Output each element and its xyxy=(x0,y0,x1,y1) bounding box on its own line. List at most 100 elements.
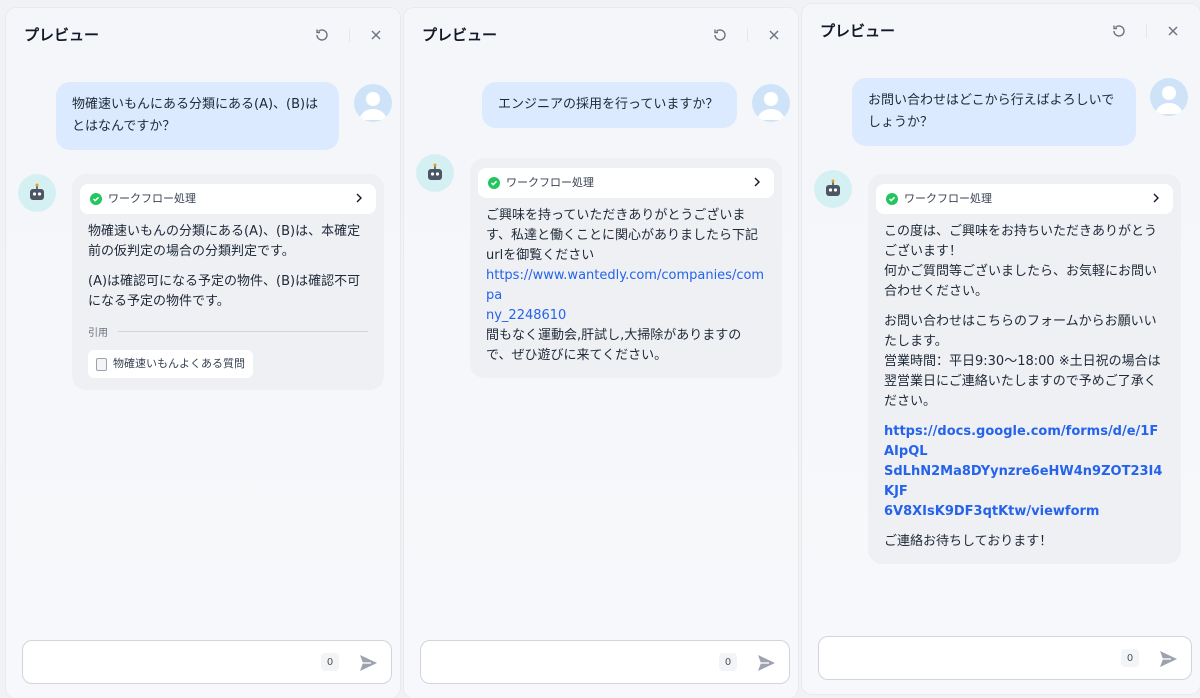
bot-text-line: になる予定の物件です。 xyxy=(88,294,230,309)
user-message-line: お問い合わせはどこから行えばよろしいで xyxy=(868,93,1115,108)
bot-message-text: ご興味を持っていただきありがとうございま す、私達と働くことに関心がありましたら… xyxy=(478,198,774,366)
bot-text-line: ご連絡お待ちしております！ xyxy=(884,534,1053,549)
workflow-status-bar[interactable]: ワークフロー処理 xyxy=(80,184,376,214)
chat-preview-panel-2: プレビュー エンジニアの採用を行っていますか？ ワークフロー処理 ご興味を持って… xyxy=(404,8,798,698)
bot-text-line: (A)は確認可になる予定の物件、(B)は確認不可 xyxy=(88,274,361,289)
close-icon xyxy=(769,30,779,40)
google-form-link-continued[interactable]: 6V8XIsK9DF3qtKtw/viewform xyxy=(884,502,1165,522)
workflow-status-bar[interactable]: ワークフロー処理 xyxy=(876,184,1173,214)
user-message-line: とはなんですか？ xyxy=(72,119,176,134)
citation-label: 引用 xyxy=(88,328,108,339)
bot-text-line: 合わせください。 xyxy=(884,284,989,299)
bot-text-line: この度は、ご興味をお持ちいただきありがとう xyxy=(884,224,1158,239)
panel-title: プレビュー xyxy=(422,26,498,44)
close-button[interactable] xyxy=(1160,18,1186,44)
close-icon xyxy=(371,30,381,40)
bot-text-line: 間もなく運動会,肝試し,大掃除がありますの xyxy=(486,328,742,343)
panel-header: プレビュー xyxy=(404,8,798,60)
user-avatar xyxy=(1150,78,1188,116)
send-icon[interactable] xyxy=(1157,648,1179,670)
reload-button[interactable] xyxy=(707,22,733,48)
google-form-link[interactable]: https://docs.google.com/forms/d/e/1FAIpQ… xyxy=(884,422,1165,462)
chat-input-box[interactable]: 0 xyxy=(818,636,1192,680)
workflow-label: ワークフロー処理 xyxy=(108,192,196,205)
bot-text-line: urlを御覧ください xyxy=(486,248,595,263)
chat-preview-panel-3: プレビュー お問い合わせはどこから行えばよろしいで しょうか？ ワークフロー処理… xyxy=(802,4,1200,694)
bot-text-line: 翌営業日にご連絡いたしますので予めご了承く xyxy=(884,374,1157,389)
panel-title: プレビュー xyxy=(820,22,896,40)
bot-text-line: 前の仮判定の場合の分類判定です。 xyxy=(88,244,295,259)
user-avatar-icon xyxy=(359,92,387,120)
bot-text-line: ご興味を持っていただきありがとうございま xyxy=(486,208,746,223)
chevron-right-icon xyxy=(754,177,760,187)
bot-message-text: 物確速いもんの分類にある(A)、(B)は、本確定 前の仮判定の場合の分類判定です… xyxy=(80,214,376,312)
bot-avatar xyxy=(814,170,852,208)
user-avatar xyxy=(752,84,790,122)
bot-text-line: ださい。 xyxy=(884,394,937,409)
char-count-badge: 0 xyxy=(1121,649,1139,667)
chevron-right-icon xyxy=(356,193,362,203)
close-button[interactable] xyxy=(363,22,389,48)
panel-title: プレビュー xyxy=(24,26,100,44)
bot-text-line: たします。 xyxy=(884,334,948,349)
bot-text-line: ございます！ xyxy=(884,244,963,259)
header-divider xyxy=(747,28,748,42)
user-message-line: 物確速いもんにある分類にある(A)、(B)は xyxy=(72,97,319,112)
header-divider xyxy=(349,28,350,42)
chat-preview-panel-1: プレビュー 物確速いもんにある分類にある(A)、(B)は とはなんですか？ ワー… xyxy=(6,8,400,698)
chat-input[interactable] xyxy=(433,651,691,673)
char-count-badge: 0 xyxy=(321,653,339,671)
close-button[interactable] xyxy=(761,22,787,48)
user-avatar-icon xyxy=(1155,86,1183,114)
reload-icon xyxy=(714,29,726,41)
check-circle-icon xyxy=(488,177,500,189)
reload-button[interactable] xyxy=(1106,18,1132,44)
check-circle-icon xyxy=(90,193,102,205)
send-icon[interactable] xyxy=(357,652,379,674)
chat-input-box[interactable]: 0 xyxy=(420,640,790,684)
bot-text-line: 物確速いもんの分類にある(A)、(B)は、本確定 xyxy=(88,224,361,239)
bot-message-text: この度は、ご興味をお持ちいただきありがとう ございます！ 何かご質問等ございまし… xyxy=(876,214,1173,552)
citation-chip[interactable]: 物確速いもんよくある質問 xyxy=(88,350,253,378)
citation-section: 引用 xyxy=(88,324,368,344)
reload-icon xyxy=(316,29,328,41)
send-icon[interactable] xyxy=(755,652,777,674)
bot-message-bubble: ワークフロー処理 この度は、ご興味をお持ちいただきありがとう ございます！ 何か… xyxy=(868,174,1181,564)
chat-input[interactable] xyxy=(35,651,293,673)
citation-item-label: 物確速いもんよくある質問 xyxy=(113,357,245,370)
bot-message-bubble: ワークフロー処理 物確速いもんの分類にある(A)、(B)は、本確定 前の仮判定の… xyxy=(72,174,384,390)
user-message-bubble: お問い合わせはどこから行えばよろしいで しょうか？ xyxy=(852,78,1136,146)
bot-text-line: お問い合わせはこちらのフォームからお願いい xyxy=(884,314,1157,329)
chat-input-box[interactable]: 0 xyxy=(22,640,392,684)
chat-input[interactable] xyxy=(831,647,1092,669)
bot-avatar xyxy=(18,174,56,212)
workflow-status-bar[interactable]: ワークフロー処理 xyxy=(478,168,774,198)
reload-icon xyxy=(1113,25,1125,37)
user-message-bubble: 物確速いもんにある分類にある(A)、(B)は とはなんですか？ xyxy=(56,82,339,150)
document-icon xyxy=(96,357,107,371)
robot-icon xyxy=(30,183,44,200)
panel-header: プレビュー xyxy=(6,8,400,60)
wantedly-link[interactable]: https://www.wantedly.com/companies/compa xyxy=(486,266,766,306)
close-icon xyxy=(1168,26,1178,36)
char-count-badge: 0 xyxy=(719,653,737,671)
bot-message-bubble: ワークフロー処理 ご興味を持っていただきありがとうございま す、私達と働くことに… xyxy=(470,158,782,378)
panel-header: プレビュー xyxy=(802,4,1200,56)
bot-text-line: 営業時間：平日9:30〜18:00 ※土日祝の場合は xyxy=(884,354,1161,369)
bot-avatar xyxy=(416,154,454,192)
user-message-line: エンジニアの採用を行っていますか？ xyxy=(498,97,719,112)
workflow-label: ワークフロー処理 xyxy=(904,192,992,205)
reload-button[interactable] xyxy=(309,22,335,48)
bot-text-line: す、私達と働くことに関心がありましたら下記 xyxy=(486,228,758,243)
wantedly-link-continued[interactable]: ny_2248610 xyxy=(486,306,766,326)
header-divider xyxy=(1146,24,1147,38)
bot-text-line: で、ぜひ遊びに来てください。 xyxy=(486,348,668,363)
bot-text-line: 何かご質問等ございましたら、お気軽にお問い xyxy=(884,264,1158,279)
user-message-line: しょうか？ xyxy=(868,115,934,130)
robot-icon xyxy=(428,163,442,180)
user-avatar xyxy=(354,84,392,122)
user-message-bubble: エンジニアの採用を行っていますか？ xyxy=(482,82,737,128)
check-circle-icon xyxy=(886,193,898,205)
google-form-link-continued[interactable]: SdLhN2Ma8DYynzre6eHW4n9ZOT23I4KJF xyxy=(884,462,1165,502)
robot-icon xyxy=(826,179,840,196)
